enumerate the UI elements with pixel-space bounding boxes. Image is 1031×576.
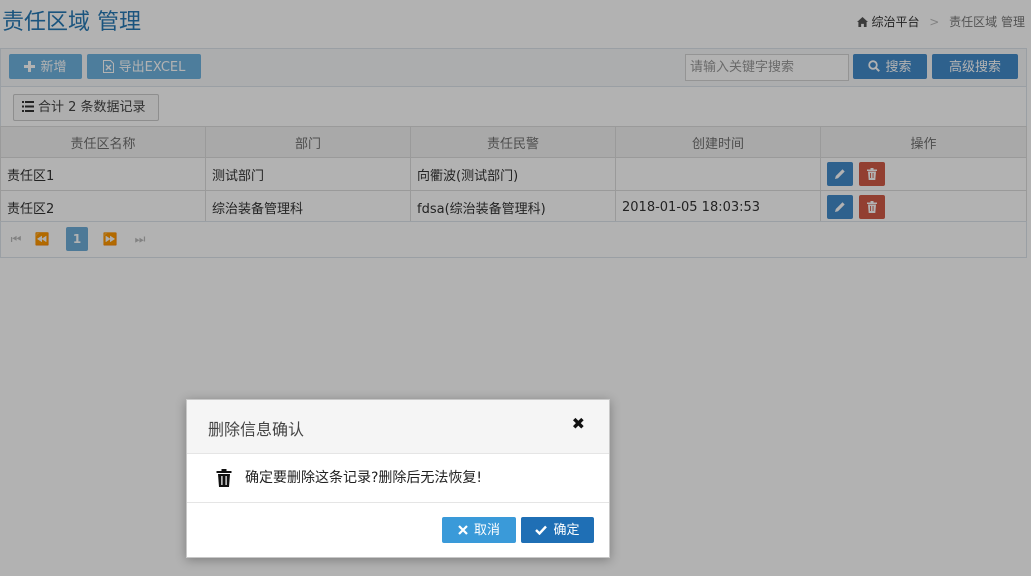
dialog-body: 确定要删除这条记录?删除后无法恢复! [187,453,609,503]
dialog-header: 删除信息确认 ✖ [187,400,609,454]
dialog-title: 删除信息确认 [208,420,305,439]
cancel-button-label: 取消 [473,523,500,538]
dialog-footer: 取消 确定 [187,503,609,557]
times-icon [458,525,468,535]
check-icon [535,525,548,536]
confirm-button[interactable]: 确定 [521,517,594,543]
close-icon[interactable]: ✖ [572,414,585,433]
cancel-button[interactable]: 取消 [442,517,516,543]
trash-icon [216,469,232,487]
dialog-message: 确定要删除这条记录?删除后无法恢复! [245,470,483,486]
confirm-button-label: 确定 [553,523,580,538]
delete-confirm-dialog: 删除信息确认 ✖ 确定要删除这条记录?删除后无法恢复! 取消 确定 [186,399,610,558]
